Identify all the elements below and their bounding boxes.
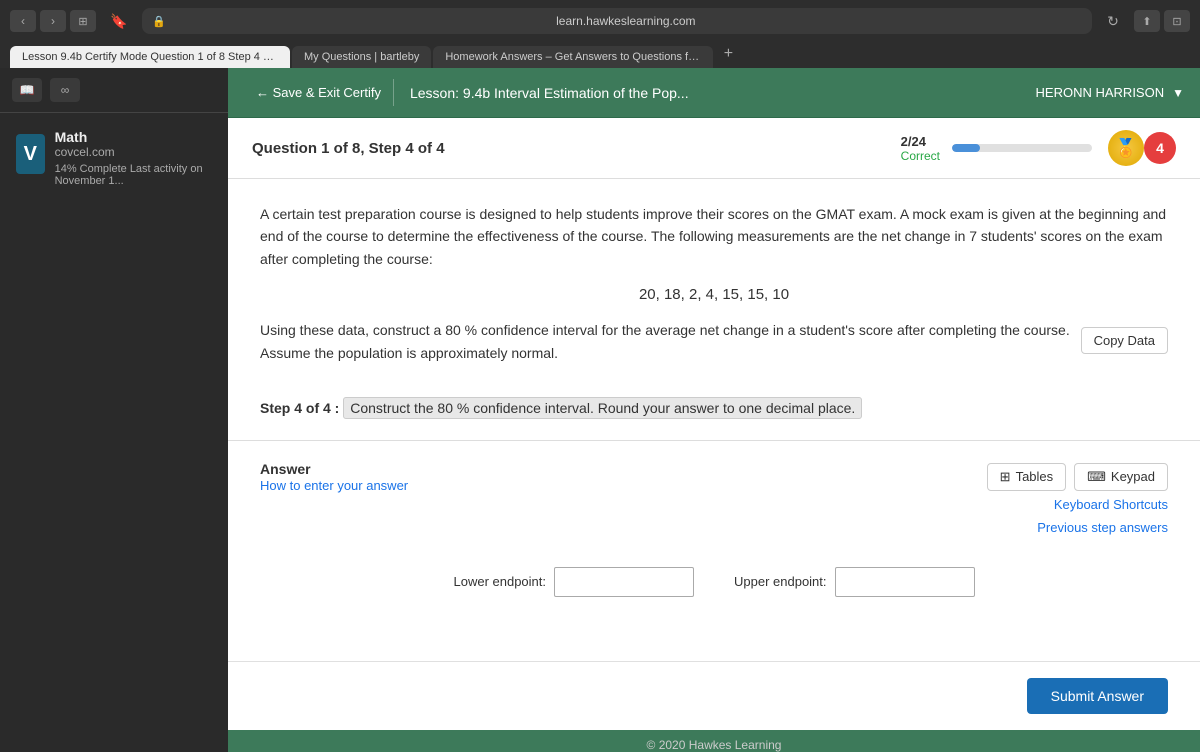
data-values: 20, 18, 2, 4, 15, 15, 10 — [260, 286, 1168, 303]
prev-step-answers-link[interactable]: Previous step answers — [260, 520, 1168, 535]
medal-icon: 🏅 — [1108, 130, 1144, 166]
url-display: learn.hawkeslearning.com — [170, 14, 1082, 28]
user-dropdown-button[interactable]: ▼ — [1172, 86, 1184, 100]
main-content: Question 1 of 8, Step 4 of 4 2/24 Correc… — [228, 118, 1200, 752]
sidebar: 📖 ∞ V Math covcel.com 14% Complete Last … — [0, 68, 228, 752]
question-paragraph-1: A certain test preparation course is des… — [260, 203, 1168, 270]
forward-button[interactable]: › — [40, 10, 66, 32]
keypad-icon: ⌨ — [1087, 469, 1106, 485]
sidebar-glasses-button[interactable]: ∞ — [50, 78, 80, 102]
question-header: Question 1 of 8, Step 4 of 4 2/24 Correc… — [228, 118, 1200, 179]
save-exit-button[interactable]: ← Save & Exit Certify — [244, 79, 394, 106]
app-logo: V — [16, 134, 45, 174]
share-button[interactable]: ⬆ — [1134, 10, 1160, 32]
sidebar-app-domain: covcel.com — [55, 145, 212, 159]
new-tab-button[interactable]: + — [715, 42, 741, 68]
question-body: A certain test preparation course is des… — [228, 179, 1200, 441]
question-title: Question 1 of 8, Step 4 of 4 — [252, 140, 901, 157]
lower-endpoint-group: Lower endpoint: — [453, 567, 694, 597]
sidebar-app-name: Math — [55, 129, 212, 145]
footer: © 2020 Hawkes Learning — [228, 730, 1200, 752]
how-to-link[interactable]: How to enter your answer — [260, 478, 408, 493]
tab-bartleby[interactable]: My Questions | bartleby — [292, 46, 431, 68]
submit-section: Submit Answer — [228, 661, 1200, 730]
tab-overview-button[interactable]: ⊞ — [70, 10, 96, 32]
submit-answer-button[interactable]: Submit Answer — [1027, 678, 1168, 714]
tables-button[interactable]: ⊞ Tables — [987, 463, 1066, 491]
active-tab[interactable]: Lesson 9.4b Certify Mode Question 1 of 8… — [10, 46, 290, 68]
upper-endpoint-input[interactable] — [835, 567, 975, 597]
refresh-button[interactable]: ↻ — [1100, 10, 1126, 32]
lock-icon: 🔒 — [152, 15, 166, 28]
lesson-title: Lesson: 9.4b Interval Estimation of the … — [410, 85, 1036, 101]
question-paragraph-2: Using these data, construct a 80 % confi… — [260, 319, 1081, 364]
answer-label: Answer — [260, 461, 408, 477]
progress-fraction: 2/24 — [901, 134, 940, 149]
top-navigation: ← Save & Exit Certify Lesson: 9.4b Inter… — [228, 68, 1200, 118]
table-icon: ⊞ — [1000, 469, 1011, 485]
keypad-button[interactable]: ⌨ Keypad — [1074, 463, 1168, 491]
lower-endpoint-input[interactable] — [554, 567, 694, 597]
spacer — [228, 621, 1200, 661]
bookmark-icon: 🔖 — [110, 13, 127, 30]
upper-endpoint-group: Upper endpoint: — [734, 567, 975, 597]
keyboard-shortcuts-link[interactable]: Keyboard Shortcuts — [260, 497, 1168, 512]
progress-bar — [952, 144, 1092, 152]
sidebar-book-button[interactable]: 📖 — [12, 78, 42, 102]
tab-homework[interactable]: Homework Answers – Get Answers to Questi… — [433, 46, 713, 68]
progress-section: 2/24 Correct — [901, 134, 1092, 163]
back-button[interactable]: ‹ — [10, 10, 36, 32]
upper-endpoint-label: Upper endpoint: — [734, 574, 827, 589]
lower-endpoint-label: Lower endpoint: — [453, 574, 546, 589]
progress-label: Correct — [901, 149, 940, 163]
copy-data-button[interactable]: Copy Data — [1081, 327, 1168, 354]
heart-icon: 4 — [1144, 132, 1176, 164]
progress-bar-fill — [952, 144, 980, 152]
step-instruction: Step 4 of 4 : Construct the 80 % confide… — [260, 400, 1168, 416]
answer-section: Answer How to enter your answer ⊞ Tables… — [228, 441, 1200, 621]
sidebar-app-status: 14% Complete Last activity on November 1… — [55, 163, 212, 187]
answer-inputs: Lower endpoint: Upper endpoint: — [260, 567, 1168, 597]
user-name: HERONN HARRISON — [1036, 85, 1165, 100]
sidebar-toggle-button[interactable]: ⊡ — [1164, 10, 1190, 32]
